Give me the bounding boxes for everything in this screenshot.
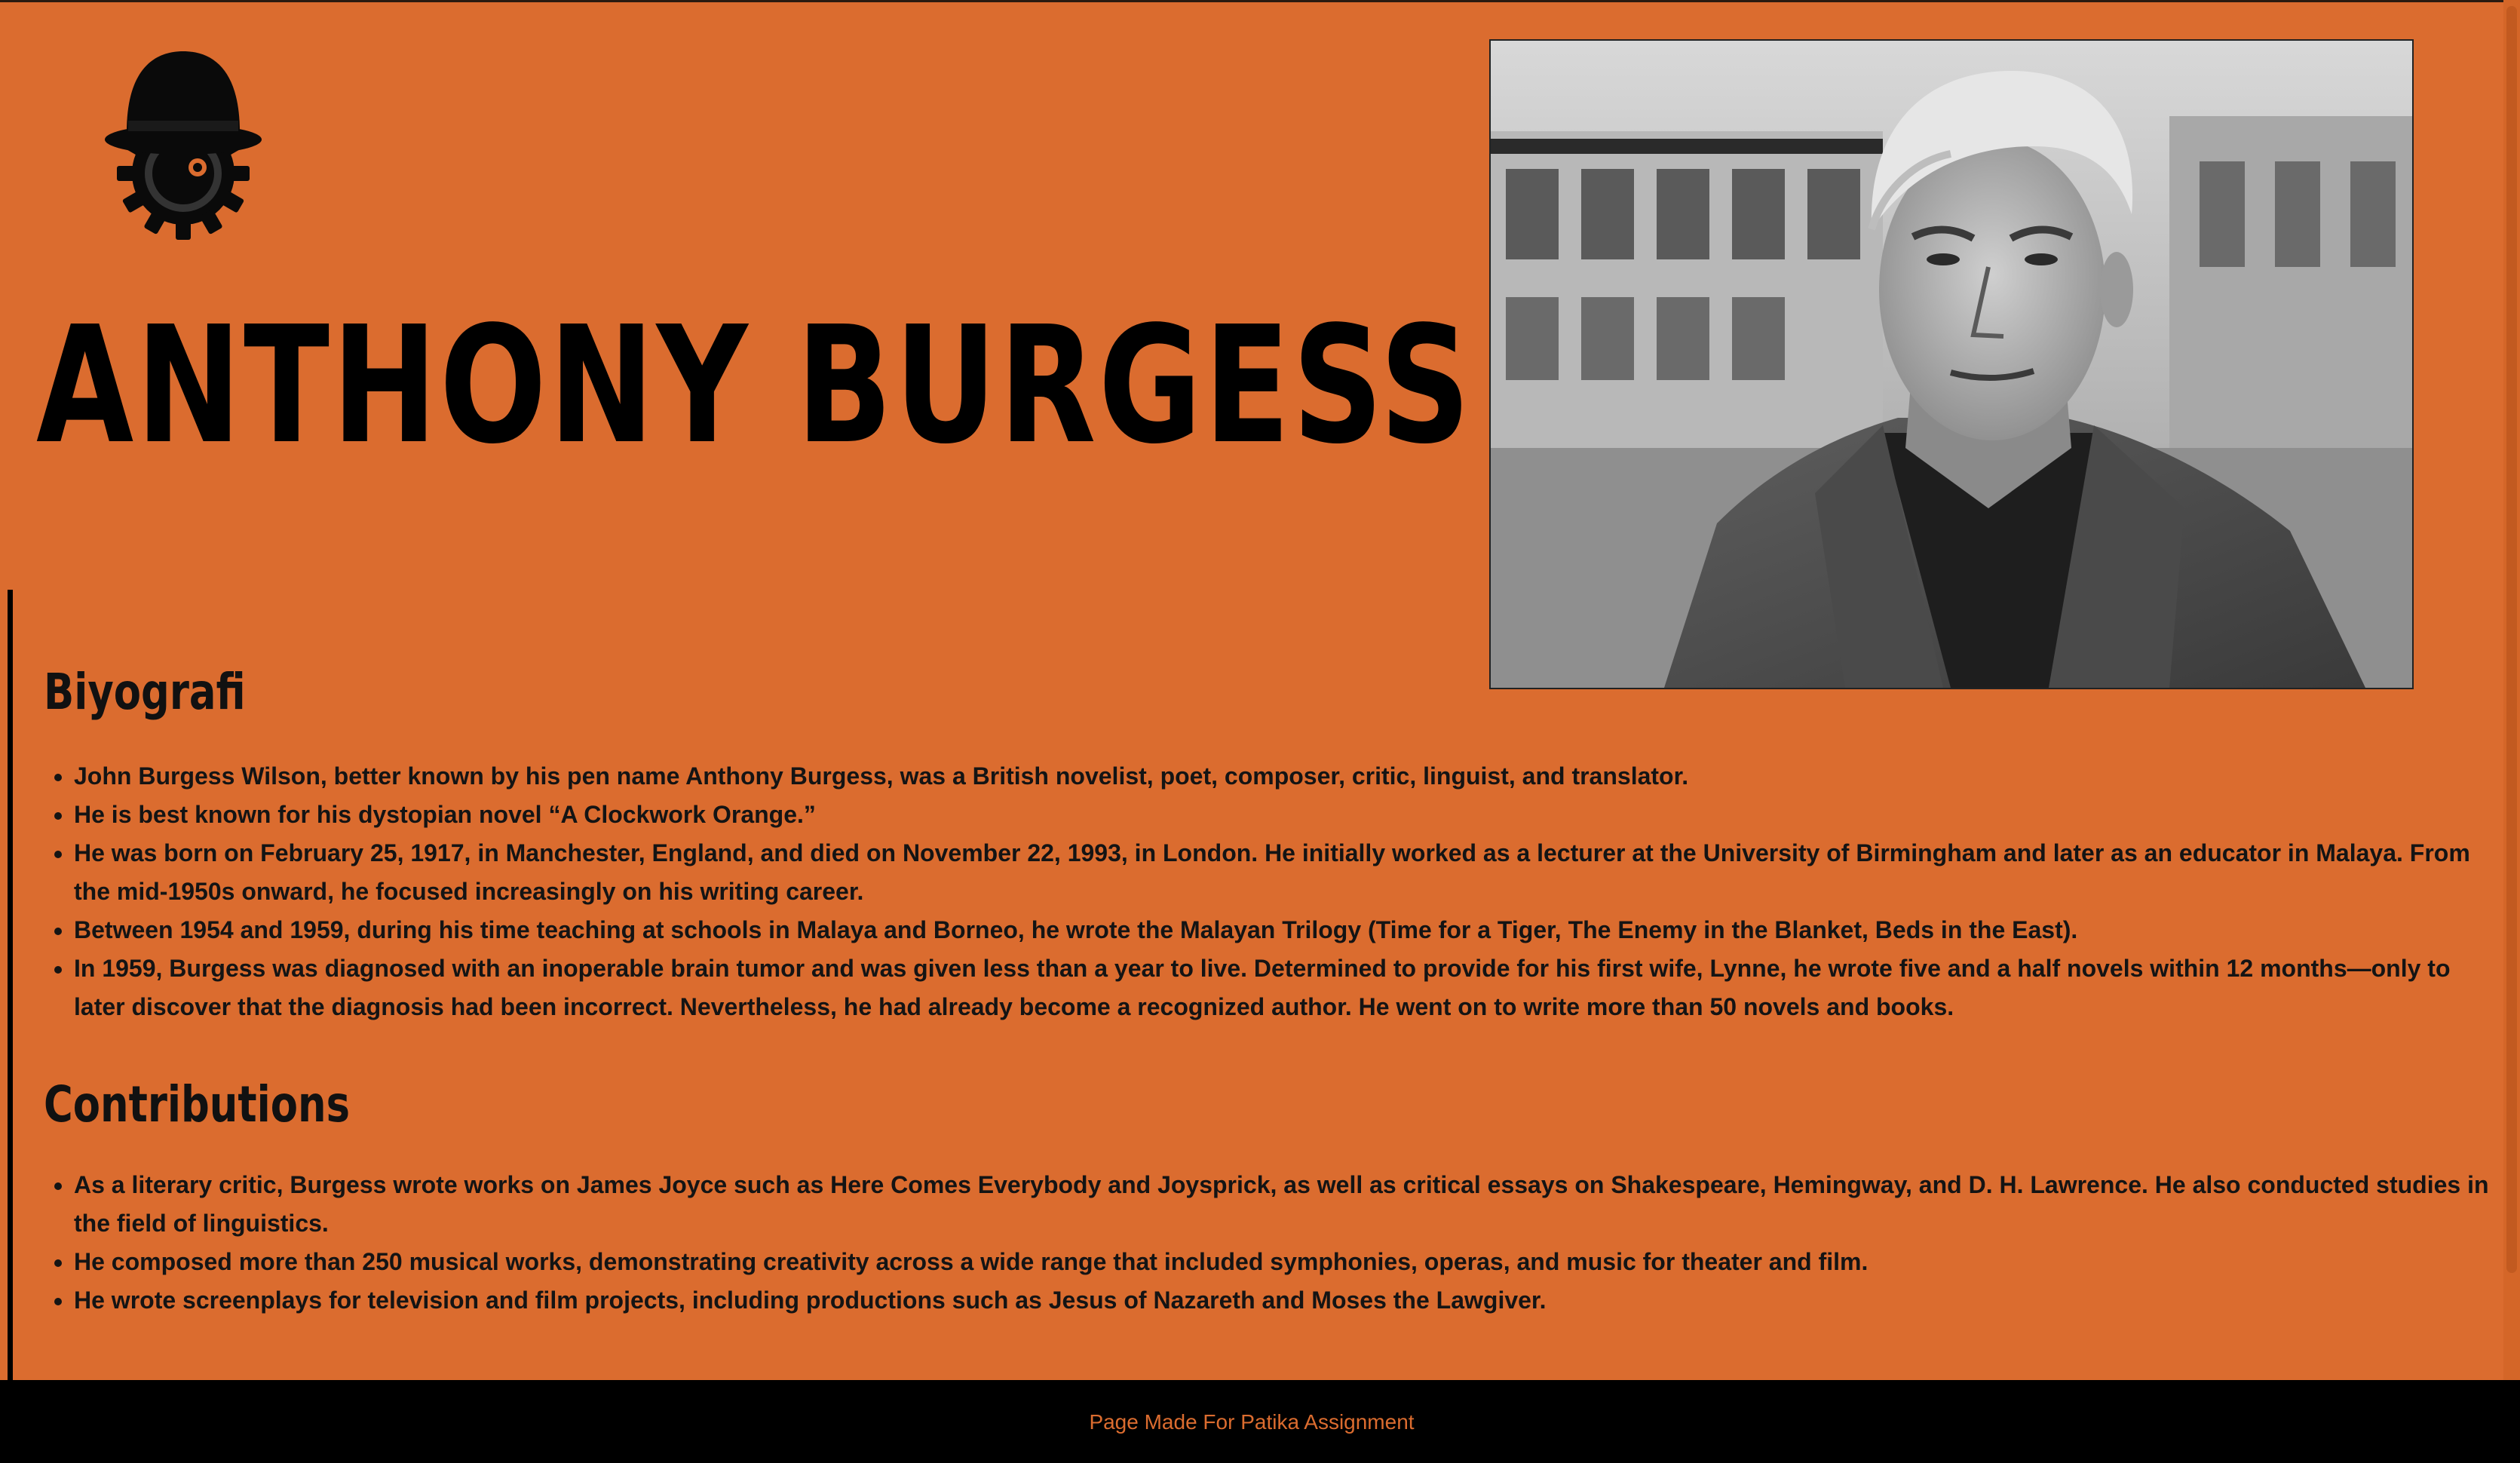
list-item: Between 1954 and 1959, during his time t… [74, 911, 2494, 949]
page-footer: Page Made For Patika Assignment [0, 1380, 2520, 1463]
page: ANTHONY BURGESS Biyografi • John Burgess… [0, 0, 2520, 1463]
scrollbar-thumb[interactable] [2506, 6, 2517, 1273]
page-title: ANTHONY BURGESS [36, 292, 1473, 480]
contributions-list: As a literary critic, Burgess wrote work… [44, 1166, 2494, 1320]
bowler-hat-gear-icon [97, 45, 270, 241]
page-scrollbar[interactable] [2503, 0, 2520, 1380]
list-item: He composed more than 250 musical works,… [74, 1243, 2494, 1281]
biography-heading: Biyografi [44, 663, 246, 721]
list-item: As a literary critic, Burgess wrote work… [74, 1166, 2494, 1243]
biography-list: John Burgess Wilson, better known by his… [44, 757, 2494, 1026]
author-portrait-photo [1491, 41, 2412, 688]
contributions-heading: Contributions [44, 1075, 351, 1133]
list-item: He was born on February 25, 1917, in Man… [74, 834, 2494, 911]
author-portrait [1489, 39, 2414, 689]
footer-text: Page Made For Patika Assignment [1089, 1410, 1415, 1434]
top-border [0, 0, 2520, 2]
content-left-border [8, 590, 13, 1382]
list-item: John Burgess Wilson, better known by his… [74, 757, 2494, 796]
list-item: In 1959, Burgess was diagnosed with an i… [74, 949, 2494, 1026]
list-item: He is best known for his dystopian novel… [74, 796, 2494, 834]
list-item: He wrote screenplays for television and … [74, 1281, 2494, 1320]
